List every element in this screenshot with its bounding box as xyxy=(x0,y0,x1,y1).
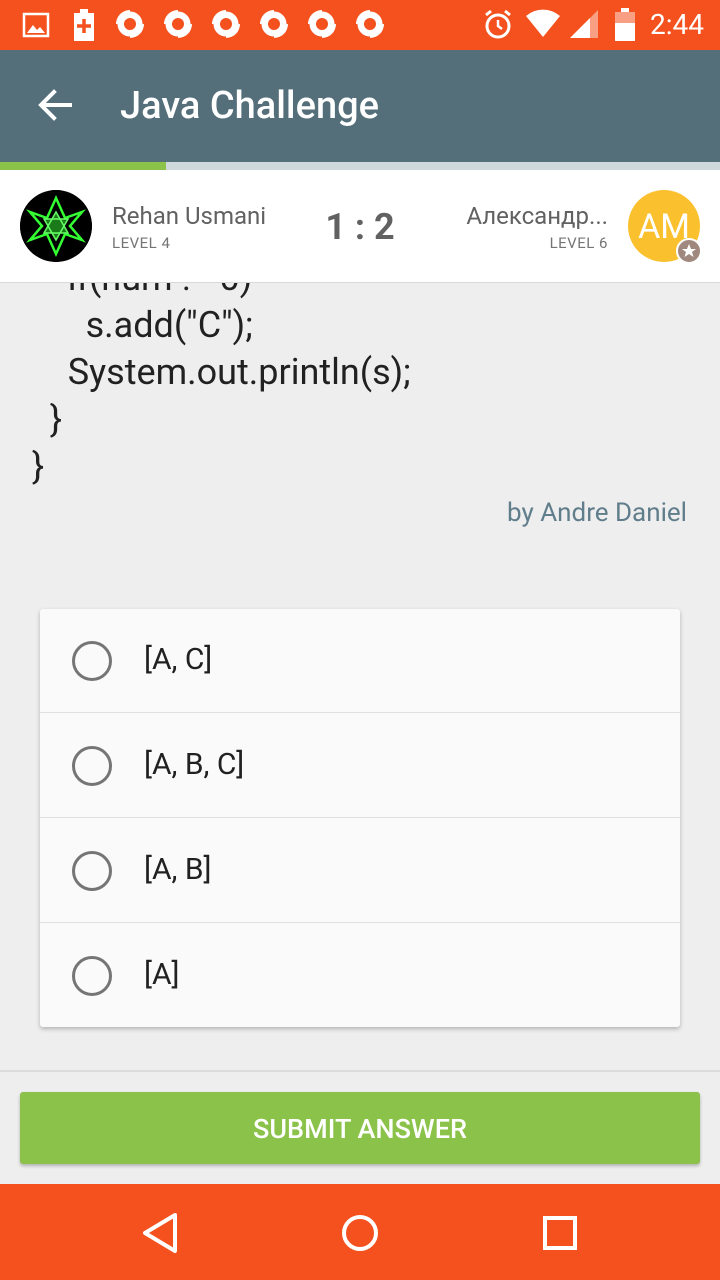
battery-icon xyxy=(614,8,636,46)
submit-answer-button[interactable]: SUBMIT ANSWER xyxy=(20,1092,700,1164)
answer-label: [A] xyxy=(144,957,180,992)
home-circle-icon xyxy=(342,1215,378,1251)
code-line: System.out.println(s); xyxy=(32,351,411,393)
nav-recents-button[interactable] xyxy=(533,1206,587,1260)
nav-back-button[interactable] xyxy=(133,1206,187,1260)
code-line: s.add("C"); xyxy=(32,304,253,346)
answer-label: [A, B, C] xyxy=(144,747,245,782)
submit-answer-label: SUBMIT ANSWER xyxy=(253,1113,467,1145)
author-credit: by Andre Daniel xyxy=(507,498,687,528)
answer-label: [A, C] xyxy=(144,642,213,677)
notification-icon xyxy=(354,8,386,44)
radio-button[interactable] xyxy=(72,956,112,996)
answer-option[interactable]: [A, B] xyxy=(40,819,680,923)
notification-icon xyxy=(306,8,338,44)
divider xyxy=(0,1070,720,1072)
challenge-progress xyxy=(0,162,720,170)
notification-icon xyxy=(162,8,194,44)
player-right-name: Александр... xyxy=(466,202,608,230)
code-snippet: if(num != 0) s.add("C"); System.out.prin… xyxy=(0,283,720,503)
notification-icon xyxy=(258,8,290,44)
wifi-icon xyxy=(525,8,561,44)
challenge-progress-fill xyxy=(0,162,166,170)
navigation-bar xyxy=(0,1184,720,1280)
radio-button[interactable] xyxy=(72,851,112,891)
code-line: } xyxy=(32,445,45,487)
back-button[interactable] xyxy=(30,80,80,130)
nav-home-button[interactable] xyxy=(333,1206,387,1260)
arrow-back-icon xyxy=(38,89,72,121)
star-badge-icon xyxy=(676,238,702,264)
status-bar: 2:44 xyxy=(0,0,720,50)
back-triangle-icon xyxy=(143,1213,177,1253)
match-score: 1 : 2 xyxy=(325,206,395,248)
signal-icon xyxy=(568,8,600,44)
code-line: if(num != 0) xyxy=(32,283,253,302)
avatar[interactable]: AM xyxy=(628,190,702,264)
answer-option[interactable]: [A, C] xyxy=(40,609,680,713)
alarm-icon xyxy=(482,8,514,44)
app-bar: Java Challenge xyxy=(0,50,720,162)
answer-option[interactable]: [A] xyxy=(40,924,680,1028)
status-time: 2:44 xyxy=(650,8,704,41)
answer-label: [A, B] xyxy=(144,852,212,887)
radio-button[interactable] xyxy=(72,641,112,681)
code-line: } xyxy=(32,398,63,440)
notification-icon xyxy=(114,8,146,44)
answer-options: [A, C] [A, B, C] [A, B] [A] xyxy=(40,609,680,1027)
notification-icon xyxy=(210,8,242,44)
image-icon xyxy=(22,11,50,43)
radio-button[interactable] xyxy=(72,746,112,786)
battery-saver-icon xyxy=(72,9,96,45)
player-right-level: LEVEL 6 xyxy=(549,234,608,252)
players-header: Rehan Usmani LEVEL 4 1 : 2 Александр... … xyxy=(0,170,720,283)
page-title: Java Challenge xyxy=(120,84,380,128)
answer-option[interactable]: [A, B, C] xyxy=(40,714,680,818)
recents-square-icon xyxy=(543,1216,577,1250)
